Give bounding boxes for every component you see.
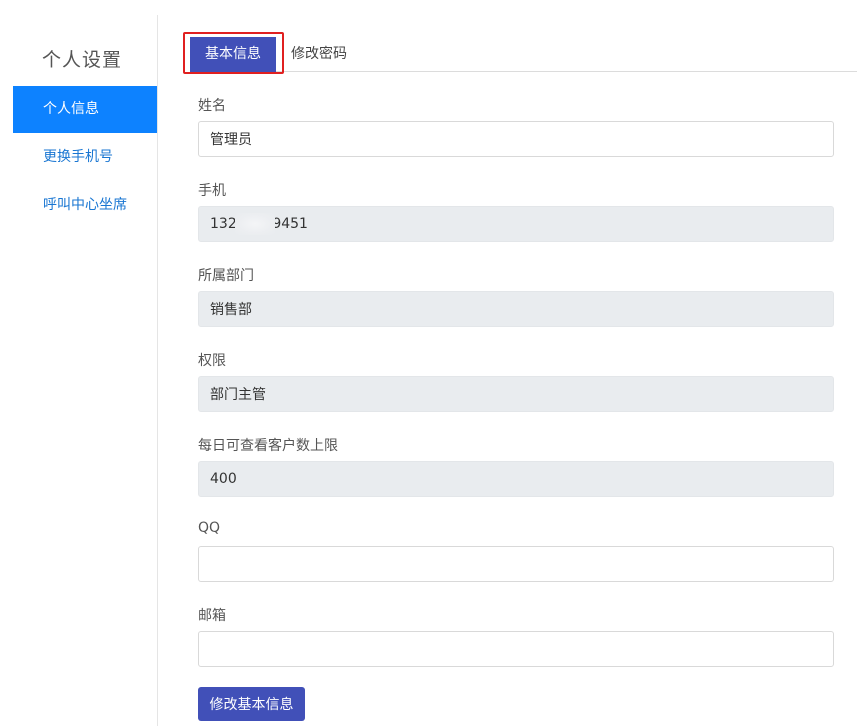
sidebar-item-call-center-seat[interactable]: 呼叫中心坐席 [13,182,157,229]
role-field [198,376,834,412]
sidebar-item-change-phone[interactable]: 更换手机号 [13,134,157,181]
email-label: 邮箱 [198,608,226,624]
save-basic-info-button[interactable]: 修改基本信息 [198,687,305,721]
name-label: 姓名 [198,98,226,114]
department-field [198,291,834,327]
daily-limit-label: 每日可查看客户数上限 [198,438,338,454]
phone-label: 手机 [198,183,226,199]
sidebar: 个人设置 个人信息 更换手机号 呼叫中心坐席 [0,15,158,726]
phone-mask-blur [235,213,275,235]
name-input[interactable] [198,121,834,157]
sidebar-title: 个人设置 [42,49,123,71]
tab-bar: 基本信息 修改密码 [183,32,857,74]
sidebar-item-personal-info[interactable]: 个人信息 [13,86,157,133]
phone-field [198,206,834,242]
qq-label: QQ [198,520,221,536]
personal-settings-page: 个人设置 个人信息 更换手机号 呼叫中心坐席 基本信息 修改密码 姓名 手机 所… [0,0,857,726]
tab-basic-info[interactable]: 基本信息 [190,37,276,72]
tab-change-password[interactable]: 修改密码 [291,37,347,72]
email-input[interactable] [198,631,834,667]
department-label: 所属部门 [198,268,254,284]
role-label: 权限 [198,353,226,369]
daily-limit-field [198,461,834,497]
qq-input[interactable] [198,546,834,582]
